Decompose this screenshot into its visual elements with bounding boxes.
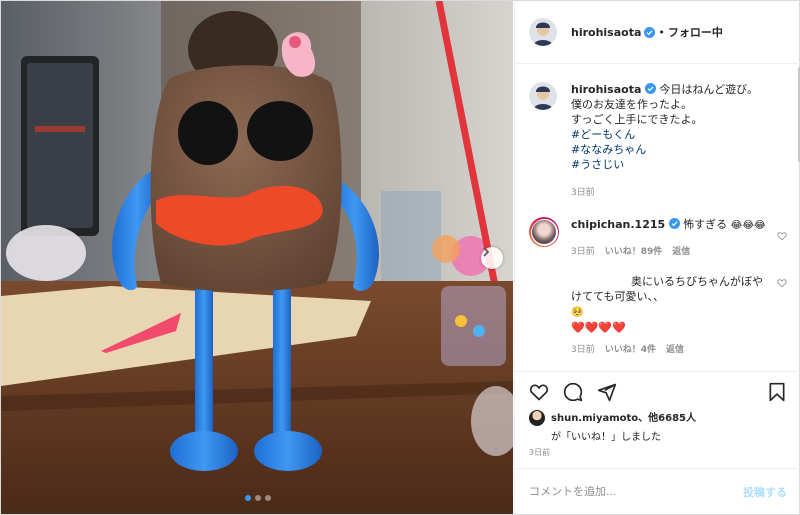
liker-username[interactable]: shun.miyamoto <box>551 413 638 424</box>
comments-list: hirohisaota 今日はねんど遊び。 僕のお友達を作ったよ。 すっごく上手… <box>515 64 800 371</box>
next-image-button[interactable] <box>481 247 503 269</box>
add-comment-bar: 投稿する <box>515 468 800 514</box>
caption-line: 僕のお友達を作ったよ。 <box>571 98 692 111</box>
reply-button[interactable]: 返信 <box>666 343 684 358</box>
carousel-dot <box>265 495 271 501</box>
comment-age: 3日前 <box>571 345 595 355</box>
caption-author[interactable]: hirohisaota <box>571 83 641 96</box>
carousel-dot <box>245 495 251 501</box>
action-bar <box>515 371 800 411</box>
post-photo[interactable] <box>1 1 513 514</box>
like-comment-heart-icon[interactable] <box>777 278 787 288</box>
post-age: 3日前 <box>529 448 551 457</box>
author-username[interactable]: hirohisaota <box>571 26 641 39</box>
like-count[interactable]: 、他6685人 <box>638 413 696 424</box>
author-avatar[interactable] <box>529 18 557 46</box>
comment-text: 奥にいるちびちゃんがぼやけてても可愛い、、 <box>571 275 763 303</box>
caption-line: すっごく上手にできたよ。 <box>571 113 703 126</box>
carousel-dot <box>255 495 261 501</box>
comment-likes[interactable]: いいね！4件 <box>605 343 656 358</box>
chevron-right-icon <box>483 247 490 257</box>
caption-author-avatar[interactable] <box>529 82 557 110</box>
comment-input[interactable] <box>529 485 743 498</box>
like-heart-icon[interactable] <box>529 382 549 402</box>
comment-age: 3日前 <box>571 247 595 257</box>
liked-by: shun.miyamoto、他6685人 が「いいね！」しました <box>529 409 696 443</box>
comment-likes[interactable]: いいね！89件 <box>605 245 663 260</box>
share-paper-plane-icon[interactable] <box>597 382 617 402</box>
hashtag-link[interactable]: #うさじい <box>571 157 771 172</box>
header-separator: • <box>658 25 665 39</box>
comment-item: 奥にいるちびちゃんがぼやけてても可愛い、、 🥺 ❤️❤️❤️❤️ 3日前 いいね… <box>529 274 787 358</box>
comment-author[interactable]: chipichan.1215 <box>571 218 665 231</box>
comment-hearts: ❤️❤️❤️❤️ <box>571 321 626 334</box>
hashtag-link[interactable]: #どーもくん <box>571 127 771 142</box>
comment-item: chipichan.1215 怖すぎる 😂😂😂 3日前 いいね！89件 返信 <box>529 217 787 260</box>
caption: hirohisaota 今日はねんど遊び。 僕のお友達を作ったよ。 すっごく上手… <box>529 82 787 201</box>
hashtag-link[interactable]: #ななみちゃん <box>571 142 771 157</box>
post-comment-button[interactable]: 投稿する <box>743 484 787 500</box>
avatar-photo <box>529 18 557 46</box>
post-header: hirohisaota • フォロー中 <box>515 1 800 64</box>
comment-bubble-icon[interactable] <box>563 382 583 402</box>
comment-emoji: 😂😂😂 <box>730 220 766 231</box>
comment-emoji: 🥺 <box>571 307 584 318</box>
caption-age: 3日前 <box>571 188 595 198</box>
carousel-indicator <box>245 495 271 501</box>
follow-status-button[interactable]: フォロー中 <box>668 24 723 40</box>
comment-text: 怖すぎる <box>683 218 728 231</box>
like-comment-heart-icon[interactable] <box>777 231 787 241</box>
bookmark-icon[interactable] <box>767 382 787 402</box>
post-side-panel: hirohisaota • フォロー中 hirohisaota 今日はねんど遊び… <box>514 1 800 514</box>
verified-badge-icon <box>644 26 656 38</box>
verified-badge-icon <box>668 218 680 229</box>
reply-button[interactable]: 返信 <box>672 245 690 260</box>
liker-avatar[interactable] <box>529 410 545 426</box>
verified-badge-icon <box>644 83 656 94</box>
post-modal: hirohisaota • フォロー中 hirohisaota 今日はねんど遊び… <box>0 0 800 515</box>
avatar-photo <box>529 82 557 110</box>
clay-figure-image <box>1 1 513 514</box>
caption-line: 今日はねんど遊び。 <box>659 83 759 96</box>
liked-by-text: が「いいね！」しました <box>551 432 661 443</box>
commenter-avatar[interactable] <box>529 217 559 247</box>
